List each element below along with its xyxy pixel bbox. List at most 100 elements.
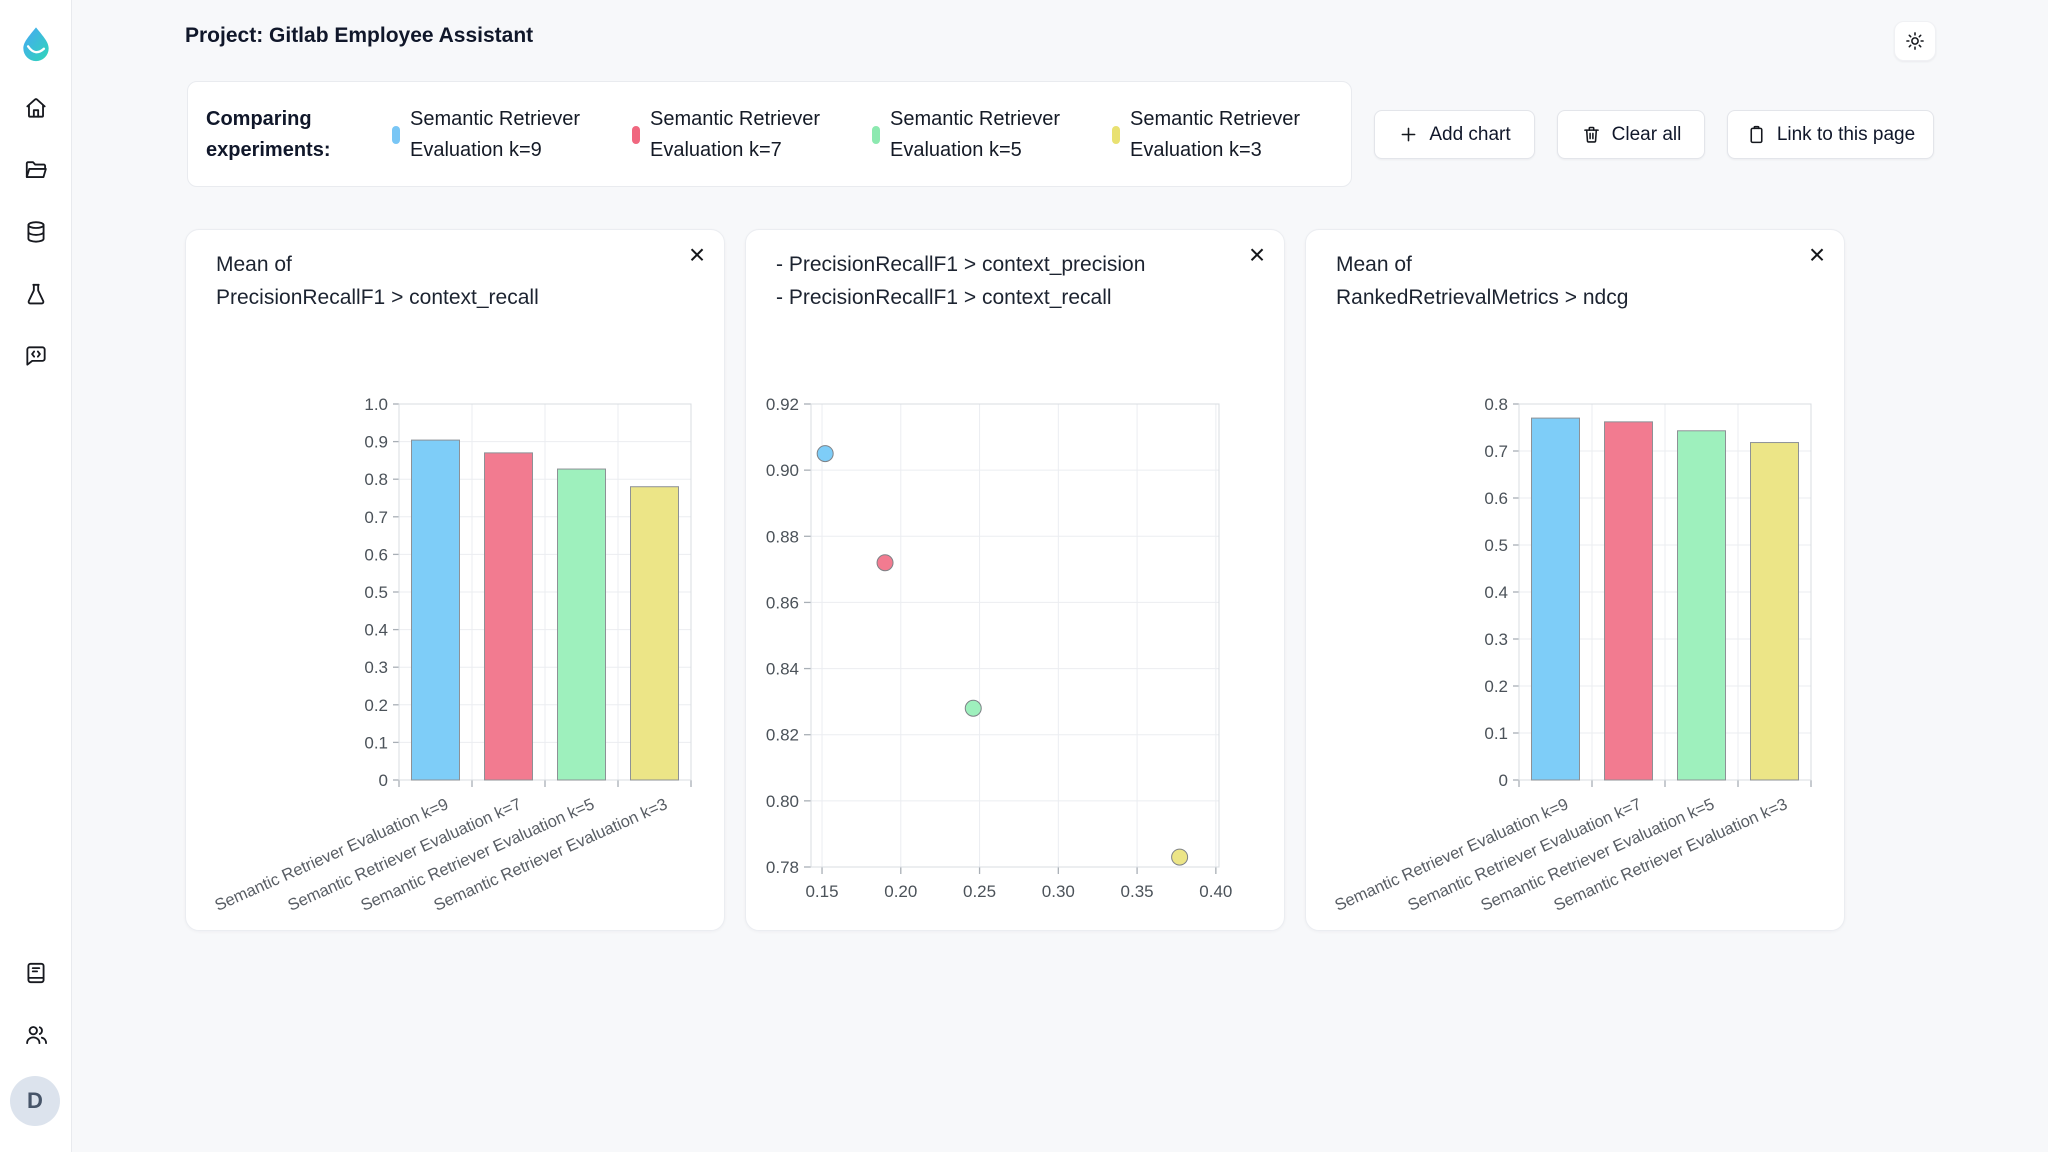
experiment-name: Semantic Retriever Evaluation k=3: [1130, 108, 1301, 161]
scatter-point[interactable]: [816, 445, 834, 463]
svg-text:0.40: 0.40: [1199, 882, 1232, 901]
sidebar-item-home[interactable]: [16, 88, 56, 128]
clear-all-label: Clear all: [1611, 123, 1682, 145]
legend-experiment: Semantic Retriever Evaluation k=5: [872, 104, 1080, 166]
chart-title: Mean of RankedRetrievalMetrics > ndcg: [1336, 248, 1628, 314]
bar-chart[interactable]: 00.10.20.30.40.50.60.70.80.91.0Semantic …: [186, 380, 726, 932]
experiment-name: Semantic Retriever Evaluation k=7: [650, 108, 821, 161]
svg-text:0.25: 0.25: [963, 882, 996, 901]
svg-text:0.5: 0.5: [364, 583, 388, 602]
chart-title-line: - PrecisionRecallF1 > context_recall: [776, 286, 1112, 309]
bar[interactable]: [484, 452, 533, 781]
chart-title-line: PrecisionRecallF1 > context_recall: [216, 286, 539, 309]
svg-text:0.6: 0.6: [1484, 489, 1508, 508]
chart-title-line: - PrecisionRecallF1 > context_precision: [776, 253, 1146, 276]
svg-text:0.82: 0.82: [766, 726, 799, 745]
chat-code-icon: [25, 346, 46, 366]
close-chart-button[interactable]: ×: [1240, 238, 1274, 272]
book-icon: [26, 962, 45, 984]
experiment-color-dot: [872, 126, 880, 144]
sidebar-item-documentation[interactable]: [16, 953, 56, 993]
svg-text:0: 0: [379, 771, 388, 790]
svg-text:0.9: 0.9: [364, 433, 388, 452]
bar-chart[interactable]: 00.10.20.30.40.50.60.70.8Semantic Retrie…: [1306, 380, 1846, 932]
svg-text:0.3: 0.3: [1484, 630, 1508, 649]
bar[interactable]: [1531, 417, 1580, 781]
svg-text:0.7: 0.7: [1484, 442, 1508, 461]
svg-text:0.90: 0.90: [766, 461, 799, 480]
experiment-name: Semantic Retriever Evaluation k=5: [890, 108, 1061, 161]
sidebar-item-experiments[interactable]: [16, 274, 56, 314]
users-icon: [25, 1026, 47, 1045]
chart-title: Mean of PrecisionRecallF1 > context_reca…: [216, 248, 539, 314]
comparing-experiments-label: Comparing experiments:: [206, 108, 331, 161]
close-chart-button[interactable]: ×: [680, 238, 714, 272]
scatter-point[interactable]: [876, 554, 894, 572]
experiment-name: Semantic Retriever Evaluation k=9: [410, 108, 581, 161]
svg-text:0.2: 0.2: [1484, 677, 1508, 696]
svg-text:0.8: 0.8: [1484, 395, 1508, 414]
scatter-point[interactable]: [964, 699, 982, 717]
sidebar-item-projects[interactable]: [16, 150, 56, 190]
svg-text:0.80: 0.80: [766, 792, 799, 811]
svg-text:0.7: 0.7: [364, 508, 388, 527]
sidebar-item-members[interactable]: [16, 1015, 56, 1055]
svg-text:0.30: 0.30: [1042, 882, 1075, 901]
svg-text:0.3: 0.3: [364, 658, 388, 677]
trash-icon: [1583, 126, 1599, 143]
link-to-page-button[interactable]: Link to this page: [1727, 110, 1934, 159]
theme-toggle-button[interactable]: [1894, 21, 1936, 61]
experiment-color-dot: [392, 126, 400, 144]
sidebar-item-playground[interactable]: [16, 336, 56, 376]
sun-icon: [1906, 32, 1924, 50]
user-avatar[interactable]: D: [10, 1076, 60, 1126]
database-icon: [26, 221, 45, 243]
bar[interactable]: [557, 468, 606, 781]
chart-card-context-recall: Mean of PrecisionRecallF1 > context_reca…: [185, 229, 725, 931]
app-logo[interactable]: [16, 24, 56, 64]
svg-text:0.5: 0.5: [1484, 536, 1508, 555]
app-logo-droplet-icon: [22, 27, 49, 62]
svg-text:0.4: 0.4: [1484, 583, 1508, 602]
chart-card-precision-vs-recall: - PrecisionRecallF1 > context_precision …: [745, 229, 1285, 931]
bar[interactable]: [630, 486, 679, 781]
home-icon: [25, 98, 46, 118]
svg-text:0.86: 0.86: [766, 593, 799, 612]
bar[interactable]: [411, 439, 460, 781]
svg-text:0.88: 0.88: [766, 527, 799, 546]
chart-title: - PrecisionRecallF1 > context_precision …: [776, 248, 1145, 314]
svg-text:1.0: 1.0: [364, 395, 388, 414]
sidebar-item-datasets[interactable]: [16, 212, 56, 252]
svg-text:0.78: 0.78: [766, 858, 799, 877]
add-chart-label: Add chart: [1429, 123, 1511, 145]
legend-experiment: Semantic Retriever Evaluation k=3: [1112, 104, 1320, 166]
clipboard-icon: [1750, 125, 1763, 144]
comparing-experiments-panel: Comparing experiments: Semantic Retrieve…: [187, 81, 1352, 187]
chart-title-line: Mean of: [1336, 253, 1412, 276]
svg-text:0.92: 0.92: [766, 395, 799, 414]
svg-text:0.8: 0.8: [364, 470, 388, 489]
scatter-point[interactable]: [1171, 848, 1189, 866]
plus-icon: [1401, 127, 1416, 142]
chart-title-line: RankedRetrievalMetrics > ndcg: [1336, 286, 1629, 309]
link-to-page-label: Link to this page: [1776, 123, 1916, 145]
add-chart-button[interactable]: Add chart: [1374, 110, 1535, 159]
clear-all-button[interactable]: Clear all: [1557, 110, 1705, 159]
scatter-chart[interactable]: 0.15 0.20 0.25 0.30 0.35 0.40 0.78 0.80 0.82 0.84…: [746, 380, 1286, 932]
svg-text:0.1: 0.1: [1484, 724, 1508, 743]
close-chart-button[interactable]: ×: [1800, 238, 1834, 272]
flask-icon: [27, 283, 44, 305]
svg-text:0.6: 0.6: [364, 545, 388, 564]
svg-text:0.35: 0.35: [1121, 882, 1154, 901]
bar[interactable]: [1677, 430, 1726, 781]
bar[interactable]: [1750, 442, 1799, 781]
svg-text:0.84: 0.84: [766, 660, 799, 679]
legend-experiment: Semantic Retriever Evaluation k=9: [392, 104, 600, 166]
sidebar: D: [0, 0, 72, 1152]
bar[interactable]: [1604, 421, 1653, 781]
folder-icon: [25, 161, 47, 178]
page-title: Project: Gitlab Employee Assistant: [185, 24, 534, 47]
svg-text:0.4: 0.4: [364, 621, 388, 640]
experiment-color-dot: [1112, 126, 1120, 144]
experiment-color-dot: [632, 126, 640, 144]
